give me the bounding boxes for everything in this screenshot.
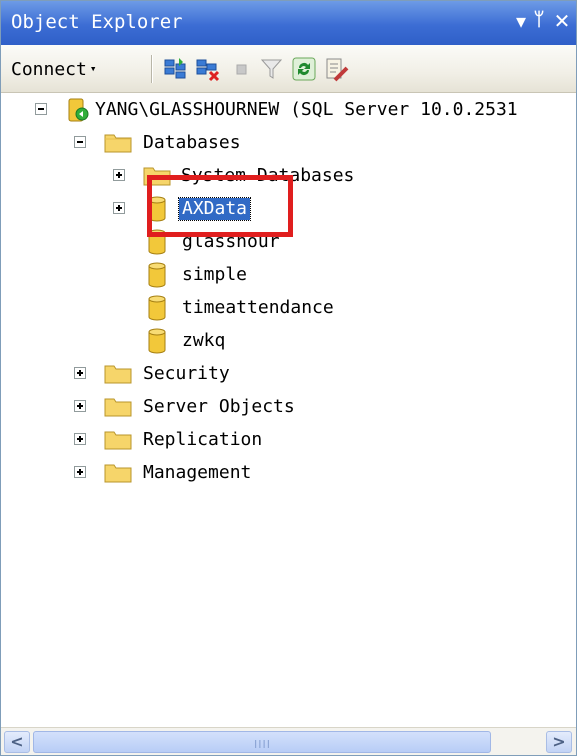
- close-icon[interactable]: ✕: [552, 9, 572, 35]
- database-label: simple: [182, 264, 248, 285]
- folder-icon: [104, 464, 132, 483]
- connect-button[interactable]: Connect ▾: [7, 55, 100, 83]
- folder-label: Security: [143, 363, 230, 384]
- chevron-down-icon: ▾: [89, 62, 97, 75]
- database-label: glasshour: [182, 231, 280, 252]
- stop-icon[interactable]: [229, 56, 255, 82]
- database-label-selected: AXData: [177, 197, 252, 221]
- tree-node-database-simple[interactable]: simple: [1, 259, 576, 291]
- folder-icon: [143, 167, 171, 186]
- expand-icon[interactable]: [74, 400, 86, 412]
- collapse-icon[interactable]: [74, 136, 86, 148]
- tree-node-system-databases[interactable]: System Databases: [1, 160, 576, 192]
- database-icon: [148, 328, 166, 354]
- expand-icon[interactable]: [74, 433, 86, 445]
- tree-node-security[interactable]: Security: [1, 358, 576, 390]
- tree-node-server-objects[interactable]: Server Objects: [1, 391, 576, 423]
- filter-icon[interactable]: [259, 56, 285, 82]
- tree-node-database-zwkq[interactable]: zwkq: [1, 325, 576, 357]
- object-tree: YANG\GLASSHOURNEW (SQL Server 10.0.2531 …: [1, 94, 576, 724]
- panel-title-bar[interactable]: Object Explorer ▾ ᛘ ✕: [1, 1, 576, 45]
- expand-icon[interactable]: [113, 169, 125, 181]
- tree-node-database-timeattendance[interactable]: timeattendance: [1, 292, 576, 324]
- object-explorer-panel: Object Explorer ▾ ᛘ ✕ Connect ▾ YANG\GLA…: [0, 0, 577, 756]
- panel-title: Object Explorer: [11, 11, 183, 33]
- summary-icon[interactable]: [323, 56, 349, 82]
- collapse-icon[interactable]: [35, 103, 47, 115]
- database-icon: [148, 262, 166, 288]
- folder-label: Replication: [143, 429, 263, 450]
- pin-icon[interactable]: ᛘ: [531, 9, 547, 35]
- database-label: zwkq: [182, 330, 226, 351]
- expand-icon[interactable]: [113, 202, 125, 214]
- connect-label: Connect: [11, 59, 87, 80]
- tree-node-management[interactable]: Management: [1, 457, 576, 489]
- tree-node-replication[interactable]: Replication: [1, 424, 576, 456]
- server-icon: [68, 98, 89, 122]
- database-icon: [148, 229, 166, 255]
- disconnect-icon[interactable]: [195, 56, 221, 82]
- expand-icon[interactable]: [74, 367, 86, 379]
- dropdown-icon[interactable]: ▾: [511, 9, 531, 35]
- databases-label: Databases: [143, 132, 241, 153]
- database-icon: [148, 196, 166, 222]
- tree-node-database-axdata[interactable]: AXData: [1, 193, 576, 225]
- folder-label: Server Objects: [143, 396, 295, 417]
- tree-node-database-glasshour[interactable]: glasshour: [1, 226, 576, 258]
- toolbar-separator: [151, 55, 153, 83]
- scroll-right-arrow-icon[interactable]: >: [546, 731, 572, 753]
- expand-icon[interactable]: [74, 466, 86, 478]
- folder-icon: [104, 431, 132, 450]
- tree-node-server[interactable]: YANG\GLASSHOURNEW (SQL Server 10.0.2531: [1, 94, 576, 126]
- scrollbar-grip: IIII: [254, 738, 271, 751]
- server-name: YANG\GLASSHOURNEW (SQL Server 10.0.2531: [95, 99, 518, 120]
- tree-node-databases[interactable]: Databases: [1, 127, 576, 159]
- database-icon: [148, 295, 166, 321]
- folder-label: Management: [143, 462, 252, 483]
- folder-icon: [104, 398, 132, 417]
- scrollbar-thumb[interactable]: IIII: [33, 731, 491, 753]
- refresh-icon[interactable]: [291, 56, 317, 82]
- database-label: timeattendance: [182, 297, 334, 318]
- toolbar: Connect ▾: [1, 45, 576, 93]
- scroll-left-arrow-icon[interactable]: <: [4, 731, 30, 753]
- folder-icon: [104, 365, 132, 384]
- horizontal-scrollbar[interactable]: < IIII >: [1, 727, 576, 755]
- register-servers-icon[interactable]: [163, 56, 189, 82]
- folder-icon: [104, 134, 132, 153]
- system-databases-label: System Databases: [181, 165, 355, 186]
